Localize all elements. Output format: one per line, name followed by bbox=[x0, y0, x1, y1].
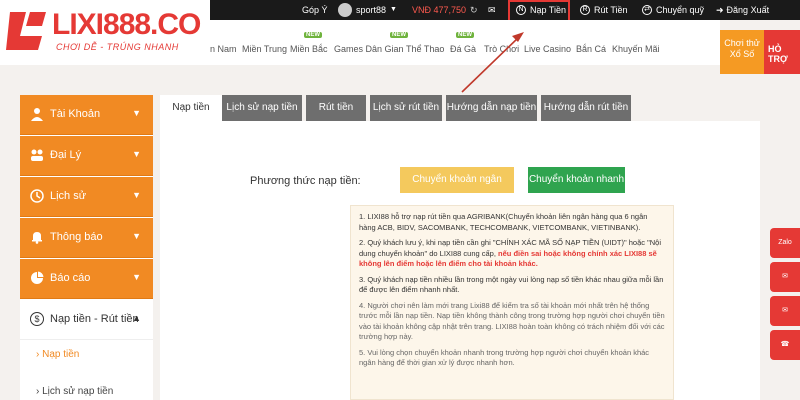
sidebar-item-label: Báo cáo bbox=[50, 272, 91, 284]
nav-da-ga[interactable]: Đá Gà bbox=[450, 44, 476, 54]
logo-brand: LIXI888.CO bbox=[52, 8, 201, 41]
sidebar: Tài Khoản ▼ Đại Lý ▼ Lịch sử ▼ Thông báo… bbox=[20, 95, 153, 400]
sidebar-item-label: Nạp tiền - Rút tiền bbox=[50, 313, 139, 325]
promo-tile-lottery[interactable]: Chơi thử Xổ Số bbox=[720, 30, 764, 74]
sidebar-item-history[interactable]: Lịch sử ▼ bbox=[20, 177, 153, 217]
note-item: 1. LIXI88 hỗ trợ nạp rút tiền qua AGRIBA… bbox=[359, 212, 648, 232]
new-badge: NEW bbox=[456, 32, 474, 38]
deposit-method-label: Phương thức nạp tiền: bbox=[250, 175, 361, 187]
nav-mien-trung[interactable]: Miền Trung bbox=[242, 44, 287, 54]
user-menu[interactable]: sport88 ▼ bbox=[338, 0, 397, 20]
chevron-down-icon: ▼ bbox=[390, 6, 397, 13]
tab-withdraw-history[interactable]: Lịch sử rút tiền bbox=[370, 95, 442, 121]
sidebar-subitem-label: Nạp tiền bbox=[42, 349, 80, 360]
promo-tile-support[interactable]: HỎ TRỢ bbox=[764, 30, 800, 74]
username: sport88 bbox=[356, 5, 387, 15]
logo-tagline: CHƠI DỄ - TRÚNG NHANH bbox=[56, 42, 179, 52]
logo-mark-icon bbox=[6, 12, 46, 50]
withdraw-link[interactable]: R Rút Tiền bbox=[580, 0, 628, 20]
nav-games-dan-gian[interactable]: Games Dân Gian bbox=[334, 44, 404, 54]
withdraw-icon: R bbox=[580, 5, 590, 15]
logout-label: Đăng Xuất bbox=[726, 5, 770, 15]
sidebar-subitem-label: Lịch sử nạp tiền bbox=[42, 386, 114, 397]
chevron-down-icon: ▼ bbox=[132, 149, 141, 159]
tab-withdraw-guide[interactable]: Hướng dẫn rút tiền bbox=[541, 95, 631, 121]
tab-deposit-guide[interactable]: Hướng dẫn nạp tiền bbox=[446, 95, 537, 121]
nav-khuyen-mai[interactable]: Khuyến Mãi bbox=[612, 44, 660, 54]
logout-icon: ➜ bbox=[716, 5, 724, 15]
sidebar-item-reports[interactable]: Báo cáo ▼ bbox=[20, 259, 153, 299]
dollar-icon: $ bbox=[30, 312, 44, 326]
transfer-link[interactable]: ⇄ Chuyển quỹ bbox=[642, 0, 704, 20]
nav-mien-nam[interactable]: n Nam bbox=[210, 44, 237, 54]
bank-transfer-button[interactable]: Chuyển khoản ngân hàng bbox=[400, 167, 514, 211]
zalo-button[interactable]: Zalo bbox=[770, 228, 800, 258]
sidebar-item-label: Đại Lý bbox=[50, 149, 82, 161]
sidebar-subitem-deposit-history[interactable]: › Lịch sử nạp tiền bbox=[36, 386, 113, 397]
chevron-down-icon: ▼ bbox=[132, 190, 141, 200]
nav-ban-ca[interactable]: Bắn Cá bbox=[576, 44, 606, 54]
chat-icon[interactable]: ✉ bbox=[770, 262, 800, 292]
users-icon bbox=[31, 149, 43, 161]
sidebar-item-agent[interactable]: Đại Lý ▼ bbox=[20, 136, 153, 176]
withdraw-label: Rút Tiền bbox=[594, 5, 628, 15]
nav-tro-choi[interactable]: Trò Chơi bbox=[484, 44, 519, 54]
transfer-label: Chuyển quỹ bbox=[656, 5, 705, 15]
fast-transfer-button[interactable]: Chuyển khoản nhanh bbox=[528, 167, 625, 193]
deposit-panel: Phương thức nạp tiền: Chuyển khoản ngân … bbox=[160, 121, 760, 400]
note-item: 4. Người chơi nên làm mới trang Lixi88 đ… bbox=[359, 300, 665, 342]
nav-live-casino[interactable]: Live Casino bbox=[524, 44, 571, 54]
chevron-up-icon: ▲ bbox=[132, 313, 141, 323]
pie-chart-icon bbox=[31, 271, 44, 284]
bell-icon bbox=[32, 232, 42, 244]
mail-icon[interactable]: ✉ bbox=[488, 0, 496, 20]
sidebar-item-account[interactable]: Tài Khoản ▼ bbox=[20, 95, 153, 135]
note-item: 5. Vui lòng chọn chuyển khoản nhanh tron… bbox=[359, 347, 650, 368]
chevron-down-icon: ▼ bbox=[132, 108, 141, 118]
note-item: 3. Quý khách nạp tiền nhiều lần trong mộ… bbox=[359, 274, 664, 295]
deposit-notes: 1. LIXI88 hỗ trợ nạp rút tiền qua AGRIBA… bbox=[350, 205, 674, 400]
refresh-icon[interactable]: ↻ bbox=[470, 0, 478, 20]
nav-mien-bac[interactable]: Miền Bắc bbox=[290, 44, 328, 54]
balance-value: VNĐ 477,750 bbox=[412, 5, 467, 15]
sidebar-item-label: Lịch sử bbox=[50, 190, 87, 202]
phone-icon[interactable]: ☎ bbox=[770, 330, 800, 360]
tab-withdraw[interactable]: Rút tiền bbox=[306, 95, 366, 121]
clock-icon bbox=[30, 189, 44, 203]
user-icon bbox=[31, 108, 43, 121]
nav-the-thao[interactable]: Thể Thao bbox=[406, 44, 444, 54]
transfer-icon: ⇄ bbox=[642, 5, 652, 15]
sidebar-item-label: Thông báo bbox=[50, 231, 103, 243]
note-item: 2. Quý khách lưu ý, khi nạp tiền cần ghi… bbox=[359, 238, 665, 270]
logo[interactable]: LIXI888.CO CHƠI DỄ - TRÚNG NHANH bbox=[0, 0, 210, 65]
sidebar-item-notifications[interactable]: Thông báo ▼ bbox=[20, 218, 153, 258]
balance: VNĐ 477,750 ↻ bbox=[412, 0, 478, 20]
chevron-down-icon: ▼ bbox=[132, 231, 141, 241]
logout-link[interactable]: ➜ Đăng Xuất bbox=[716, 0, 769, 20]
feedback-link[interactable]: Góp Ý bbox=[302, 0, 328, 20]
sidebar-subitem-deposit[interactable]: › Nạp tiền bbox=[36, 349, 79, 360]
sidebar-item-label: Tài Khoản bbox=[50, 108, 101, 120]
new-badge: NEW bbox=[304, 32, 322, 38]
sidebar-item-deposit-withdraw[interactable]: $ Nạp tiền - Rút tiền ▲ bbox=[20, 300, 153, 340]
tab-deposit[interactable]: Nạp tiền bbox=[160, 95, 222, 121]
tab-deposit-history[interactable]: Lịch sử nạp tiền bbox=[222, 95, 302, 121]
avatar bbox=[338, 3, 352, 17]
main-nav: n Nam Miền Trung Miền Bắc NEW Games Dân … bbox=[210, 20, 720, 65]
mail-float-icon[interactable]: ✉ bbox=[770, 296, 800, 326]
new-badge: NEW bbox=[390, 32, 408, 38]
chevron-down-icon: ▼ bbox=[132, 272, 141, 282]
